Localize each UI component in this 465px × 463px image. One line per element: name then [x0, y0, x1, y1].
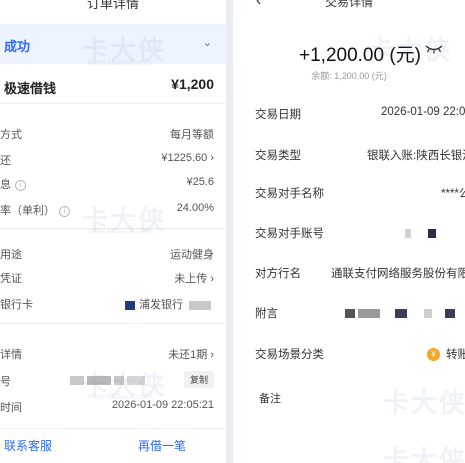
divider: [0, 103, 226, 104]
row-label: 交易类型: [255, 150, 301, 162]
row-value: 转账: [446, 349, 465, 361]
page-title: 交易详情: [324, 0, 373, 9]
repay-detail-row[interactable]: 详情 未还1期 ›: [0, 346, 226, 366]
row-value: 运动健身: [170, 249, 214, 261]
row-value: 每月等额: [170, 129, 214, 141]
row-value: 24.00%: [176, 202, 214, 214]
masked-order-number: [70, 374, 148, 386]
bank-logo-icon: [125, 300, 135, 310]
watermark: 卡大侠: [383, 445, 465, 463]
note-label: 备注: [259, 393, 281, 405]
bottom-action-bar: 联系客服 再借一笔: [0, 428, 226, 463]
status-text: 成功: [4, 39, 31, 54]
row-value: 未还1期 ›: [168, 349, 214, 361]
status-bar[interactable]: 成功 ⌄: [0, 24, 226, 64]
bank-name: 浦发银行: [139, 299, 183, 311]
divider: [0, 323, 226, 324]
watermark: 卡大侠: [383, 388, 465, 418]
detail-row: 附言: [255, 305, 465, 325]
divider: [0, 228, 226, 229]
transaction-detail-panel: ‹ 交易详情 +1,200.00 (元) 余额: 1,200.00 (元) 交易…: [233, 0, 465, 463]
copy-button[interactable]: 复制: [183, 371, 214, 388]
row-label: 息: [0, 179, 11, 191]
row-label: 交易对手账号: [255, 228, 324, 240]
account-balance: 余额: 1,200.00 (元): [311, 71, 387, 81]
row-label: 附言: [255, 308, 278, 320]
purpose-row: 用途 运动健身: [0, 246, 226, 266]
detail-row: 方式 每月等额: [0, 126, 226, 146]
row-label: 详情: [0, 349, 22, 361]
detail-row: 交易场景分类 ¥ 转账: [255, 346, 465, 366]
info-icon[interactable]: i: [15, 179, 26, 191]
detail-row: 交易对手账号: [255, 225, 465, 245]
masked-remark: [345, 308, 458, 320]
scene-tag-icon: ¥: [427, 348, 440, 362]
detail-row: 交易对手名称 ****公: [255, 185, 465, 205]
info-icon[interactable]: i: [59, 205, 70, 217]
loan-amount: ¥1,200: [171, 76, 214, 92]
row-value: 通联支付网络服务股份有限公: [331, 268, 465, 280]
borrow-again-button[interactable]: 再借一笔: [138, 437, 186, 454]
chevron-down-icon: ⌄: [202, 37, 212, 49]
bank-card-row: 银行卡 浦发银行: [0, 296, 226, 316]
order-detail-panel: 订单详情 成功 ⌄ 极速借钱 ¥1,200 方式 每月等额 还 ¥1225.60…: [0, 0, 226, 463]
row-label: 对方行名: [255, 268, 301, 280]
repayment-row[interactable]: 还 ¥1225.60 ›: [0, 152, 226, 172]
row-label: 交易对手名称: [255, 188, 324, 200]
row-value: ¥1225.60 ›: [161, 152, 214, 164]
row-value: 银联入账:陕西长银消: [367, 150, 465, 162]
loan-product-name: 极速借钱: [4, 81, 57, 96]
row-label: 时间: [0, 402, 22, 414]
row-label: 方式: [0, 129, 22, 141]
interest-row: 息i ¥25.6: [0, 176, 226, 196]
eye-closed-icon[interactable]: [425, 44, 443, 54]
row-label-group: 率（单利） i: [0, 202, 70, 218]
transaction-amount: +1,200.00 (元): [299, 45, 421, 66]
row-value: 未上传 ›: [174, 273, 214, 285]
row-label: 用途: [0, 249, 22, 261]
row-value: ****公: [441, 188, 465, 200]
time-row: 时间 2026-01-09 22:05:21: [0, 399, 226, 419]
page-title: 订单详情: [86, 0, 139, 11]
row-label: 银行卡: [0, 299, 33, 311]
row-label: 凭证: [0, 273, 22, 285]
detail-row: 对方行名 通联支付网络服务股份有限公: [255, 265, 465, 285]
row-label: 还: [0, 155, 11, 167]
row-label: 交易日期: [255, 109, 301, 121]
row-label: 号: [0, 376, 11, 388]
row-label-group: 息i: [0, 176, 26, 192]
rate-row: 率（单利） i 24.00%: [0, 202, 226, 222]
row-value: 2026-01-09 22:09: [381, 106, 465, 118]
row-value-group: ¥ 转账: [427, 346, 465, 362]
masked-card-number: [189, 300, 211, 310]
order-number-row: 号 复制: [0, 371, 226, 393]
row-label: 率（单利）: [0, 205, 55, 217]
voucher-row[interactable]: 凭证 未上传 ›: [0, 270, 226, 290]
detail-row: 交易日期 2026-01-09 22:09: [255, 106, 465, 126]
row-value-group: 浦发银行: [125, 296, 214, 312]
row-label: 交易场景分类: [255, 349, 324, 361]
detail-row: 交易类型 银联入账:陕西长银消: [255, 147, 465, 167]
row-value: ¥25.6: [186, 176, 214, 188]
contact-service-button[interactable]: 联系客服: [4, 437, 52, 454]
row-value: 2026-01-09 22:05:21: [111, 399, 214, 411]
masked-account-number: [405, 228, 465, 240]
